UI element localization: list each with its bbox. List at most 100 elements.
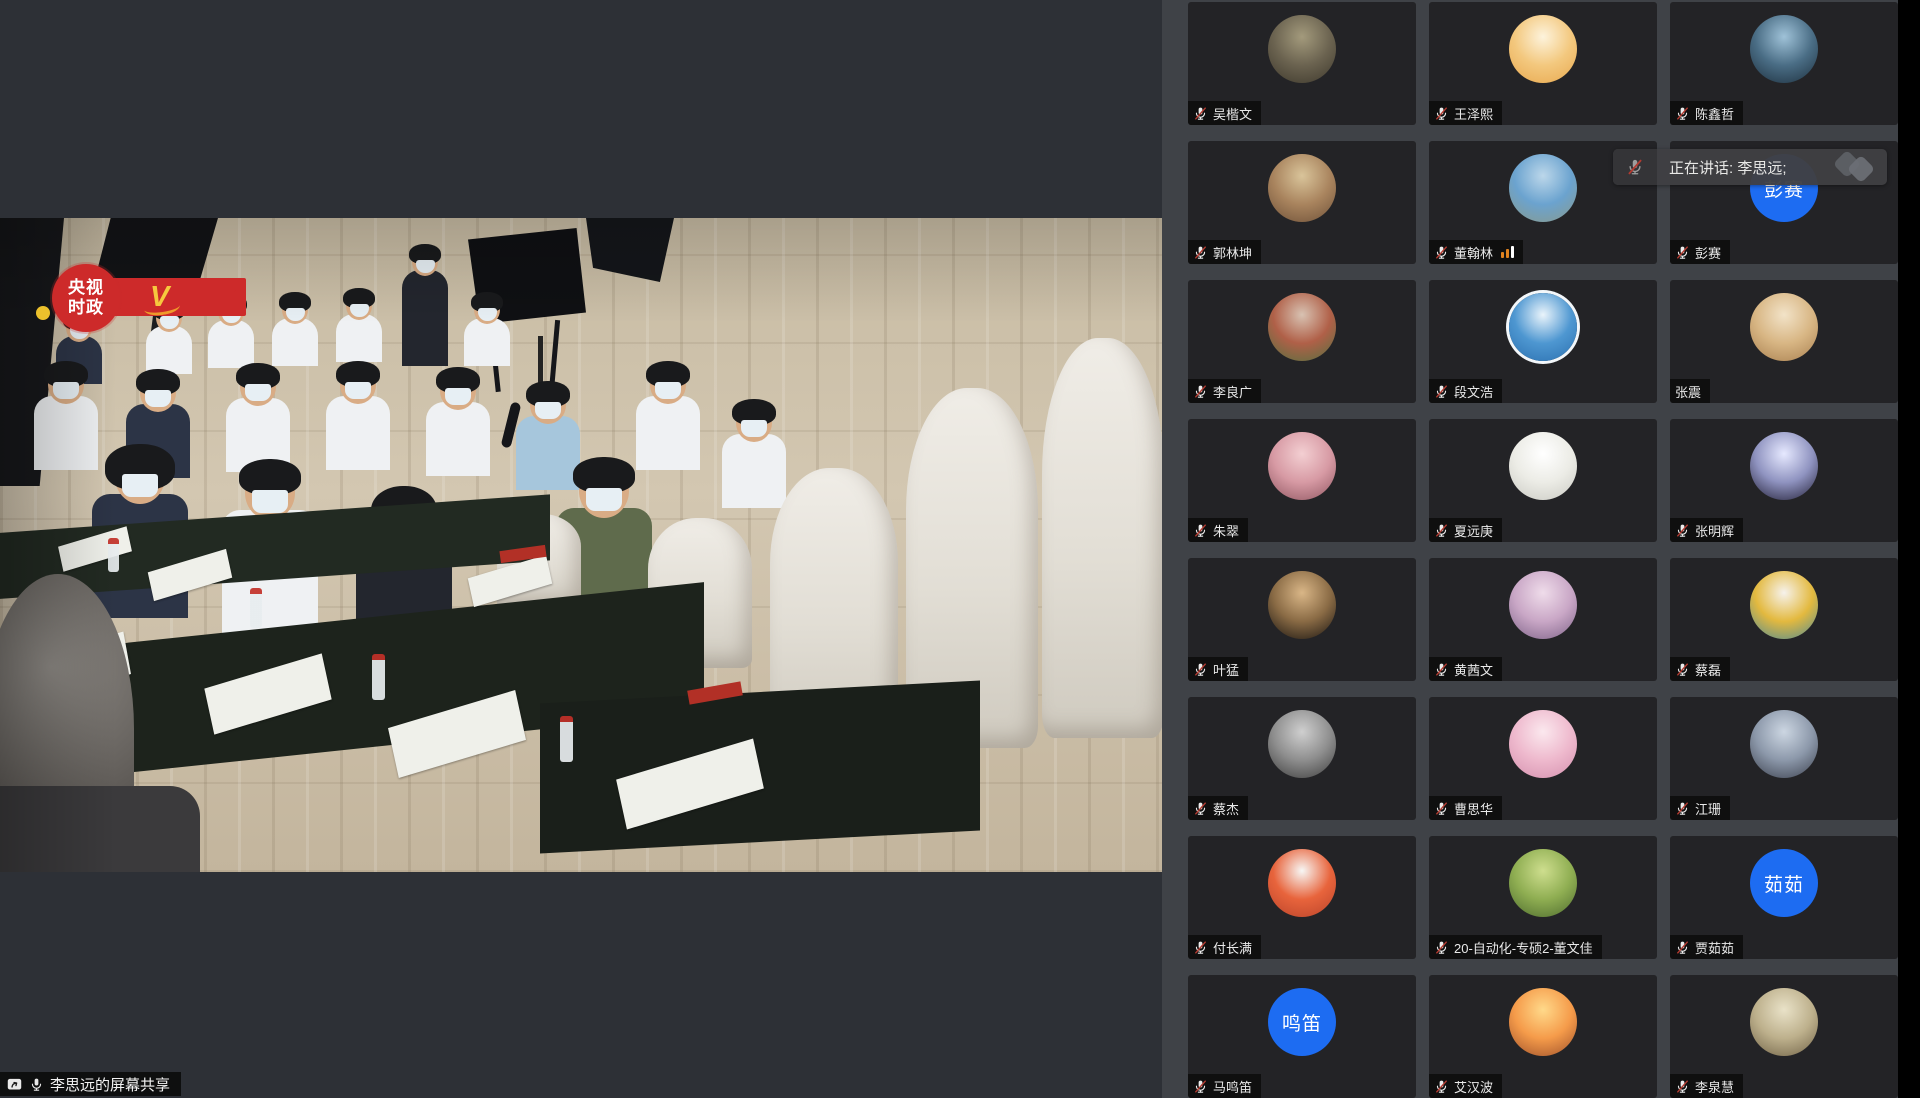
meeting-app-window: V 央视 时政 李思远的屏幕共 [0, 0, 1920, 1098]
scene-bottle [250, 588, 262, 628]
participant-avatar [1268, 849, 1336, 917]
participant-name: 20-自动化-专硕2-董文佳 [1454, 938, 1593, 957]
participant-name: 叶猛 [1213, 660, 1239, 679]
muted-mic-icon [1675, 801, 1690, 816]
scene-mask [535, 402, 561, 419]
participant-avatar [1509, 571, 1577, 639]
participant-tile[interactable]: 朱翠 [1188, 419, 1416, 542]
participant-tile[interactable]: 付长满 [1188, 836, 1416, 959]
participant-tile[interactable]: 艾汉波 [1429, 975, 1657, 1098]
muted-mic-icon [1434, 1079, 1449, 1094]
scene-body [464, 318, 510, 366]
participant-name-tag: 曹思华 [1429, 796, 1502, 820]
participant-tile[interactable]: 曹思华 [1429, 697, 1657, 820]
muted-mic-icon [1434, 384, 1449, 399]
participant-avatar [1509, 988, 1577, 1056]
participant-name: 蔡杰 [1213, 799, 1239, 818]
muted-mic-icon [1434, 523, 1449, 538]
participant-tile[interactable]: 20-自动化-专硕2-董文佳 [1429, 836, 1657, 959]
speaking-indicator-banner: 正在讲话: 李思远; [1613, 149, 1887, 185]
muted-mic-icon [1193, 801, 1208, 816]
participant-name: 李良广 [1213, 382, 1252, 401]
muted-mic-icon [1675, 106, 1690, 121]
participant-name-tag: 马鸣笛 [1188, 1074, 1261, 1098]
participant-name-tag: 江珊 [1670, 796, 1730, 820]
participant-tile[interactable]: 蔡磊 [1670, 558, 1898, 681]
participant-tile[interactable]: 吴楷文 [1188, 2, 1416, 125]
screen-share-label: 李思远的屏幕共享 [50, 1074, 170, 1095]
participant-name-tag: 黄茜文 [1429, 657, 1502, 681]
participant-avatar [1750, 432, 1818, 500]
participant-tile[interactable]: 段文浩 [1429, 280, 1657, 403]
participant-name-tag: 陈鑫哲 [1670, 101, 1743, 125]
participant-name-tag: 蔡杰 [1188, 796, 1248, 820]
muted-mic-icon [1193, 245, 1208, 260]
muted-mic-icon [1193, 1079, 1208, 1094]
red-dot [232, 290, 244, 302]
muted-mic-icon [1675, 662, 1690, 677]
participant-name: 陈鑫哲 [1695, 104, 1734, 123]
participant-avatar [1509, 849, 1577, 917]
participant-tile[interactable]: 鸣笛 马鸣笛 [1188, 975, 1416, 1098]
participant-tile[interactable]: 叶猛 [1188, 558, 1416, 681]
participant-tile[interactable]: 李良广 [1188, 280, 1416, 403]
participant-name-tag: 付长满 [1188, 935, 1261, 959]
cctv-badge-line2: 时政 [68, 298, 104, 318]
speaking-text: 正在讲话: 李思远; [1669, 157, 1787, 178]
scene-mask [252, 490, 288, 513]
participant-name-tag: 郭林坤 [1188, 240, 1261, 264]
participant-tile[interactable]: 夏远庚 [1429, 419, 1657, 542]
participant-avatar [1268, 571, 1336, 639]
shared-video[interactable]: V 央视 时政 [0, 218, 1162, 872]
participant-tile[interactable]: 王泽熙 [1429, 2, 1657, 125]
scene-bottle [108, 538, 119, 572]
scene-body [722, 434, 786, 508]
scene-mask [345, 382, 371, 399]
participant-avatar [1509, 432, 1577, 500]
scene-fg [0, 786, 200, 872]
muted-mic-icon [1434, 801, 1449, 816]
cctv-watermark: V 央视 时政 [36, 264, 256, 340]
participant-tile[interactable]: 郭林坤 [1188, 141, 1416, 264]
muted-mic-icon [1675, 940, 1690, 955]
scene-body [402, 270, 448, 366]
participant-name-tag: 董翰林 [1429, 240, 1523, 264]
participant-name: 彭赛 [1695, 243, 1721, 262]
participant-name: 吴楷文 [1213, 104, 1252, 123]
scene-tb [540, 680, 980, 853]
participant-name-tag: 夏远庚 [1429, 518, 1502, 542]
yellow-dot [36, 306, 50, 320]
participant-avatar [1750, 293, 1818, 361]
scene-mask [445, 388, 471, 405]
participant-name: 董翰林 [1454, 243, 1493, 262]
participant-tile[interactable]: 江珊 [1670, 697, 1898, 820]
muted-mic-icon [1193, 106, 1208, 121]
speaker-muted-mic-icon [1626, 158, 1644, 176]
scene-chair [1042, 338, 1162, 738]
scene-body [272, 318, 318, 366]
participant-name: 段文浩 [1454, 382, 1493, 401]
participant-name-tag: 王泽熙 [1429, 101, 1502, 125]
participant-tile[interactable]: 李泉慧 [1670, 975, 1898, 1098]
participant-name-tag: 张明辉 [1670, 518, 1743, 542]
cctv-badge: 央视 时政 [52, 264, 120, 332]
participant-tile[interactable]: 茹茹 贾茹茹 [1670, 836, 1898, 959]
participant-name: 夏远庚 [1454, 521, 1493, 540]
participant-tile[interactable]: 黄茜文 [1429, 558, 1657, 681]
participant-name-tag: 贾茹茹 [1670, 935, 1743, 959]
muted-mic-icon [1434, 940, 1449, 955]
participant-name-tag: 段文浩 [1429, 379, 1502, 403]
participant-avatar [1268, 293, 1336, 361]
muted-mic-icon [1434, 245, 1449, 260]
participant-name: 郭林坤 [1213, 243, 1252, 262]
participant-tile[interactable]: 蔡杰 [1188, 697, 1416, 820]
participant-avatar [1268, 154, 1336, 222]
scrollbar-track[interactable] [1898, 0, 1920, 1098]
participant-tile[interactable]: 张震 [1670, 280, 1898, 403]
participant-tile[interactable]: 陈鑫哲 [1670, 2, 1898, 125]
participant-avatar [1750, 710, 1818, 778]
participant-name-tag: 朱翠 [1188, 518, 1248, 542]
participant-tile[interactable]: 张明辉 [1670, 419, 1898, 542]
meeting-watermark-logo [1833, 152, 1879, 182]
participant-name: 张明辉 [1695, 521, 1734, 540]
